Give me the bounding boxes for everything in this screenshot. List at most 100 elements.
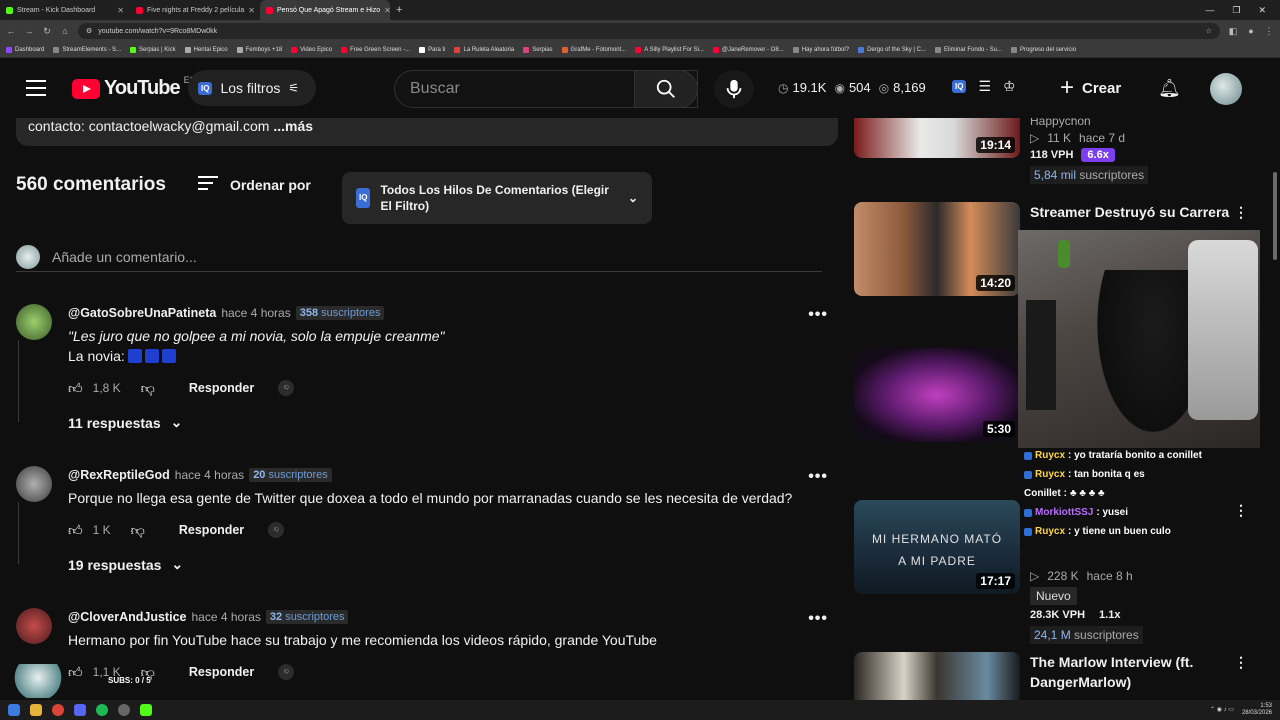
comment-time[interactable]: hace 4 horas xyxy=(221,306,290,320)
bookmark-item[interactable]: Dashboard xyxy=(6,46,44,53)
create-button[interactable]: + Crear xyxy=(1060,70,1130,106)
show-more-link[interactable]: ...más xyxy=(273,118,313,134)
comment-time[interactable]: hace 4 horas xyxy=(175,468,244,482)
video-channel[interactable]: Happychon xyxy=(1030,118,1244,128)
browser-menu-icon[interactable]: ⋮ xyxy=(1264,26,1274,37)
more-options-icon[interactable]: ••• xyxy=(808,306,828,324)
video-thumbnail[interactable]: 5:30 xyxy=(854,348,1020,442)
clock[interactable]: 1:53 28/03/2026 xyxy=(1242,703,1272,717)
bookmark-item[interactable]: StreamElements - S... xyxy=(53,46,121,53)
like-icon[interactable]: 👍︎ xyxy=(68,380,83,397)
browser-tab-1[interactable]: Stream - Kick Dashboard ✕ xyxy=(0,0,130,20)
discord-icon[interactable] xyxy=(74,704,86,716)
menu-icon[interactable] xyxy=(26,80,46,96)
recommended-video[interactable]: 19:14 Happychon ▷ 11 Khace 7 d 118 VPH 6.6… xyxy=(854,118,1266,194)
comment-author[interactable]: @RexReptileGod xyxy=(68,468,170,482)
bookmark-item[interactable]: Video Epico xyxy=(291,46,332,53)
obs-icon[interactable] xyxy=(118,704,130,716)
dislike-icon[interactable]: 👎︎ xyxy=(131,522,145,539)
reply-button[interactable]: Responder xyxy=(189,381,254,395)
bookmark-star-icon[interactable]: ☆ xyxy=(1206,27,1212,35)
list-icon[interactable]: ☰ xyxy=(978,78,991,95)
profile-icon[interactable]: ● xyxy=(1246,26,1256,36)
video-thumbnail[interactable]: MI HERMANO MATÓ A MI PADRE 17:17 xyxy=(854,500,1020,594)
youtube-logo[interactable]: YouTube ES xyxy=(72,75,196,100)
bookmark-item[interactable]: Hay ahora fútbol? xyxy=(792,46,849,53)
video-thumbnail[interactable]: 14:20 xyxy=(854,202,1020,296)
app-icon[interactable] xyxy=(140,704,152,716)
spotify-icon[interactable] xyxy=(96,704,108,716)
notifications-bell-icon[interactable]: 🔔︎ xyxy=(1158,78,1181,99)
more-options-icon[interactable]: ⋮ xyxy=(1234,204,1248,221)
view-replies-button[interactable]: 19 respuestas ⌄ xyxy=(68,556,808,573)
reply-button[interactable]: Responder xyxy=(179,523,244,537)
comment-time[interactable]: hace 4 horas xyxy=(191,610,260,624)
search-button[interactable] xyxy=(634,70,698,108)
more-options-icon[interactable]: ⋮ xyxy=(1234,654,1248,671)
like-icon[interactable]: 👍︎ xyxy=(68,664,83,681)
avatar[interactable] xyxy=(16,608,52,644)
bookmark-item[interactable]: Dergo of the Sky | C... xyxy=(858,46,926,53)
description-box[interactable]: contacto: contactoelwacky@gmail.com ...m… xyxy=(16,118,838,146)
filters-button[interactable]: IQ Los filtros ⚟ xyxy=(188,70,316,106)
page-scrollbar[interactable] xyxy=(1273,172,1277,260)
voice-search-button[interactable] xyxy=(714,70,754,108)
bookmark-item[interactable]: Femboys +18 xyxy=(236,46,282,53)
browser-tab-2[interactable]: Five nights at Freddy 2 película ✕ xyxy=(130,0,260,20)
back-icon[interactable]: ← xyxy=(6,26,16,36)
avatar[interactable] xyxy=(16,466,52,502)
more-options-icon[interactable]: ••• xyxy=(808,468,828,486)
bookmark-item[interactable]: Free Green Screen -... xyxy=(341,46,410,53)
add-comment-field[interactable]: Añade un comentario... xyxy=(16,244,822,272)
iq-icon[interactable]: IQ xyxy=(268,522,285,538)
bookmark-item[interactable]: Progreso del servicio xyxy=(1011,46,1076,53)
reload-icon[interactable]: ↻ xyxy=(42,26,52,37)
like-icon[interactable]: 👍︎ xyxy=(68,522,83,539)
sort-button[interactable]: Ordenar por xyxy=(197,176,311,194)
new-tab-button[interactable]: + xyxy=(390,4,408,16)
minimize-icon[interactable]: — xyxy=(1205,5,1214,16)
bookmark-item[interactable]: @JaneRemover - O8... xyxy=(712,46,784,53)
home-icon[interactable]: ⌂ xyxy=(60,26,70,36)
close-window-icon[interactable]: ✕ xyxy=(1258,5,1266,16)
video-title[interactable]: The Marlow Interview (ft. DangerMarlow) xyxy=(1030,652,1244,692)
start-icon[interactable] xyxy=(8,704,20,716)
account-avatar[interactable] xyxy=(1210,73,1242,105)
comment-author[interactable]: @CloverAndJustice xyxy=(68,610,186,624)
bookmark-item[interactable]: Serpias xyxy=(523,46,553,53)
avatar[interactable] xyxy=(16,304,52,340)
maximize-icon[interactable]: ❐ xyxy=(1232,5,1240,16)
dislike-icon[interactable]: 👎︎ xyxy=(141,380,155,397)
chrome-icon[interactable] xyxy=(52,704,64,716)
bookmark-item[interactable]: Eliminar Fondo - Su... xyxy=(934,46,1002,53)
close-tab-icon[interactable]: ✕ xyxy=(117,6,124,15)
video-thumbnail[interactable]: 19:14 xyxy=(854,118,1020,158)
iq-extension-icon[interactable]: IQ xyxy=(952,80,967,93)
bookmark-item[interactable]: Serpias | Kick xyxy=(130,46,176,53)
video-title[interactable]: Streamer Destruyó su Carrera xyxy=(1030,202,1244,222)
trophy-icon[interactable]: ♔ xyxy=(1003,78,1016,95)
video-thumbnail[interactable] xyxy=(854,652,1020,700)
bookmark-item[interactable]: Hentai Epico xyxy=(184,46,228,53)
iq-icon[interactable]: IQ xyxy=(278,664,295,680)
browser-tab-3[interactable]: Pensó Que Apagó Stream e Hizo ✕ xyxy=(260,0,390,20)
reply-button[interactable]: Responder xyxy=(189,665,254,679)
badge-icon xyxy=(1024,451,1032,460)
extensions-icon[interactable]: ◧ xyxy=(1228,26,1238,37)
thread-filter-select[interactable]: IQ Todos Los Hilos De Comentarios (Elegi… xyxy=(342,172,652,224)
tray-icons[interactable]: ⌃ ◉ ♪ ▭ xyxy=(1210,707,1234,714)
recommended-video[interactable]: The Marlow Interview (ft. DangerMarlow) … xyxy=(854,652,1266,700)
view-replies-button[interactable]: 11 respuestas ⌄ xyxy=(68,414,808,431)
url-field[interactable]: ⚙ youtube.com/watch?v=9Rco8MDw0kk ☆ xyxy=(78,23,1220,39)
close-tab-icon[interactable]: ✕ xyxy=(248,6,255,15)
folder-icon[interactable] xyxy=(30,704,42,716)
bookmark-item[interactable]: A Silly Playlist For Si... xyxy=(635,46,704,53)
more-options-icon[interactable]: ••• xyxy=(808,610,828,628)
iq-icon[interactable]: IQ xyxy=(278,380,295,396)
forward-icon[interactable]: → xyxy=(24,26,34,36)
bookmark-item[interactable]: La Ruleta Aleatoria xyxy=(454,46,514,53)
comment-author[interactable]: @GatoSobreUnaPatineta xyxy=(68,306,216,320)
bookmark-item[interactable]: Para ti xyxy=(419,46,445,53)
site-info-icon[interactable]: ⚙ xyxy=(86,27,92,35)
bookmark-item[interactable]: GrafMe - Fotomont... xyxy=(561,46,626,53)
